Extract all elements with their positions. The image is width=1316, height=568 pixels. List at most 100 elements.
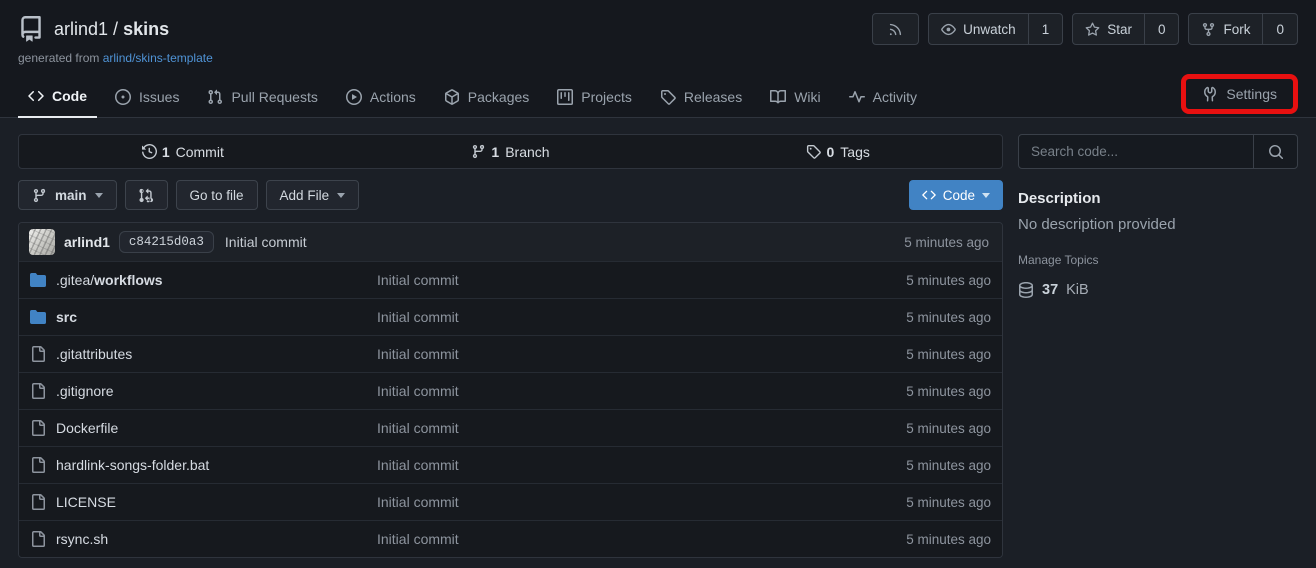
commits-stat[interactable]: 1Commit (19, 144, 347, 160)
table-row: src Initial commit 5 minutes ago (19, 298, 1002, 335)
tab-wiki[interactable]: Wiki (760, 80, 830, 117)
tab-pull-requests[interactable]: Pull Requests (197, 80, 327, 117)
tag-icon (660, 89, 676, 105)
row-commit-message[interactable]: Initial commit (377, 383, 906, 399)
add-file-button[interactable]: Add File (266, 180, 360, 210)
tab-packages[interactable]: Packages (434, 80, 539, 117)
description-empty: No description provided (1018, 216, 1298, 233)
compare-button[interactable] (125, 180, 168, 210)
table-row: .gitignore Initial commit 5 minutes ago (19, 372, 1002, 409)
tab-projects[interactable]: Projects (547, 80, 642, 117)
chevron-down-icon (337, 193, 345, 198)
fork-button[interactable]: Fork (1189, 14, 1262, 44)
template-link[interactable]: arlind/skins-template (103, 51, 213, 65)
tags-stat[interactable]: 0Tags (674, 144, 1002, 160)
branch-name: main (55, 188, 87, 203)
branch-icon (32, 188, 47, 203)
row-commit-message[interactable]: Initial commit (377, 494, 906, 510)
repo-breadcrumb[interactable]: arlind1 / skins (54, 19, 169, 40)
go-to-file-button[interactable]: Go to file (176, 180, 258, 210)
branch-icon (471, 144, 486, 159)
row-commit-message[interactable]: Initial commit (377, 272, 906, 288)
tab-releases[interactable]: Releases (650, 80, 752, 117)
commit-author[interactable]: arlind1 (64, 234, 110, 250)
play-circle-icon (346, 89, 362, 105)
table-row: .gitattributes Initial commit 5 minutes … (19, 335, 1002, 372)
table-row: hardlink-songs-folder.bat Initial commit… (19, 446, 1002, 483)
unwatch-label: Unwatch (963, 22, 1016, 37)
branch-selector[interactable]: main (18, 180, 117, 210)
tab-code[interactable]: Code (18, 79, 97, 118)
row-time: 5 minutes ago (906, 458, 1002, 473)
commit-sha[interactable]: c84215d0a3 (119, 231, 214, 253)
row-commit-message[interactable]: Initial commit (377, 531, 906, 547)
tag-icon (806, 144, 821, 159)
rss-button[interactable] (872, 13, 919, 45)
code-download-button[interactable]: Code (909, 180, 1003, 210)
table-row: LICENSE Initial commit 5 minutes ago (19, 483, 1002, 520)
code-icon (922, 188, 936, 202)
description-title: Description (1018, 190, 1298, 207)
tab-issues[interactable]: Issues (105, 80, 189, 117)
file-link[interactable]: .gitattributes (19, 346, 377, 362)
file-icon (30, 346, 46, 362)
repo-name[interactable]: skins (123, 19, 169, 39)
pull-request-icon (207, 89, 223, 105)
tab-settings[interactable]: Settings (1226, 86, 1277, 102)
file-link[interactable]: src (19, 309, 377, 325)
commit-message[interactable]: Initial commit (225, 234, 307, 250)
file-link[interactable]: .gitea/workflows (19, 272, 377, 288)
star-button[interactable]: Star (1073, 14, 1144, 44)
watch-count[interactable]: 1 (1028, 14, 1063, 44)
repo-owner[interactable]: arlind1 (54, 19, 108, 39)
search-button[interactable] (1253, 135, 1297, 168)
repo-stats-bar: 1Commit 1Branch 0Tags (18, 134, 1003, 169)
star-label: Star (1107, 22, 1132, 37)
file-link[interactable]: rsync.sh (19, 531, 377, 547)
row-commit-message[interactable]: Initial commit (377, 420, 906, 436)
tab-activity[interactable]: Activity (839, 80, 927, 117)
row-time: 5 minutes ago (906, 384, 1002, 399)
eye-icon (941, 22, 956, 37)
file-link[interactable]: Dockerfile (19, 420, 377, 436)
manage-topics-link[interactable]: Manage Topics (1018, 253, 1298, 267)
row-commit-message[interactable]: Initial commit (377, 346, 906, 362)
fork-label: Fork (1223, 22, 1250, 37)
repo-sidebar: Description No description provided Mana… (1018, 134, 1298, 558)
rss-icon (888, 22, 903, 37)
table-row: rsync.sh Initial commit 5 minutes ago (19, 520, 1002, 557)
history-icon (142, 144, 157, 159)
code-search-box (1018, 134, 1298, 169)
repo-title: arlind1 / skins (18, 16, 169, 42)
repo-icon (18, 16, 44, 42)
file-link[interactable]: .gitignore (19, 383, 377, 399)
tab-actions[interactable]: Actions (336, 80, 426, 117)
search-input[interactable] (1019, 135, 1253, 168)
code-toolbar: main Go to file Add File Code (18, 180, 1003, 210)
file-icon (30, 383, 46, 399)
unwatch-button[interactable]: Unwatch (929, 14, 1028, 44)
file-link[interactable]: hardlink-songs-folder.bat (19, 457, 377, 473)
project-icon (557, 89, 573, 105)
row-commit-message[interactable]: Initial commit (377, 309, 906, 325)
code-icon (28, 88, 44, 104)
row-time: 5 minutes ago (906, 532, 1002, 547)
row-commit-message[interactable]: Initial commit (377, 457, 906, 473)
chevron-down-icon (95, 193, 103, 198)
row-time: 5 minutes ago (906, 495, 1002, 510)
file-link[interactable]: LICENSE (19, 494, 377, 510)
database-icon (1018, 282, 1034, 298)
fork-icon (1201, 22, 1216, 37)
watch-button-group: Unwatch 1 (928, 13, 1063, 45)
compare-icon (139, 188, 154, 203)
fork-count[interactable]: 0 (1262, 14, 1297, 44)
table-row: Dockerfile Initial commit 5 minutes ago (19, 409, 1002, 446)
repo-nav: Code Issues Pull Requests Actions Packag… (18, 74, 1298, 117)
file-icon (30, 531, 46, 547)
chevron-down-icon (982, 193, 990, 198)
avatar[interactable] (29, 229, 55, 255)
row-time: 5 minutes ago (906, 310, 1002, 325)
file-icon (30, 494, 46, 510)
branches-stat[interactable]: 1Branch (347, 144, 675, 160)
star-count[interactable]: 0 (1144, 14, 1179, 44)
